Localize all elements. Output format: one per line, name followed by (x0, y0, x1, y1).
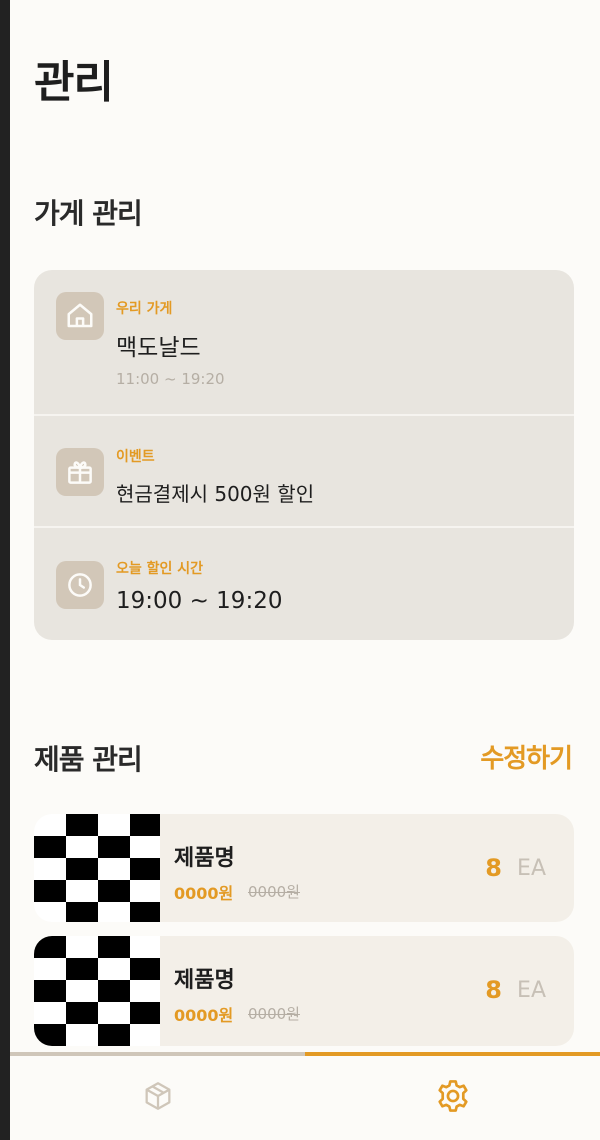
product-name: 제품명 (174, 846, 235, 871)
page-title: 관리 (34, 57, 114, 108)
tab-products[interactable] (10, 1056, 305, 1140)
store-section-title: 가게 관리 (34, 197, 143, 230)
store-hours-value: 11:00 ~ 19:20 (116, 370, 225, 388)
product-quantity: 8 (485, 854, 502, 882)
product-name: 제품명 (174, 968, 235, 993)
store-row-my-store[interactable]: 우리 가게 맥도날드 11:00 ~ 19:20 (34, 270, 574, 414)
store-name-label: 우리 가게 (116, 301, 173, 317)
tab-settings[interactable] (305, 1056, 600, 1140)
box-icon (141, 1079, 175, 1117)
left-edge-bar (0, 0, 10, 1140)
product-sale-price: 0000원 (174, 1006, 234, 1025)
product-quantity: 8 (485, 976, 502, 1004)
gear-icon (434, 1077, 472, 1119)
edit-products-button[interactable]: 수정하기 (480, 738, 573, 775)
product-card[interactable]: 제품명 0000원 0000원 8 EA (34, 936, 574, 1046)
clock-icon (56, 561, 104, 609)
product-original-price: 0000원 (248, 883, 300, 901)
gift-icon (56, 448, 104, 496)
store-row-discount-time[interactable]: 오늘 할인 시간 19:00 ~ 19:20 (34, 528, 574, 640)
discount-time-value: 19:00 ~ 19:20 (116, 588, 283, 614)
discount-time-label: 오늘 할인 시간 (116, 561, 204, 577)
store-info-card: 우리 가게 맥도날드 11:00 ~ 19:20 이벤트 현금결제시 500원 … (34, 270, 574, 640)
event-label: 이벤트 (116, 449, 155, 465)
product-card[interactable]: 제품명 0000원 0000원 8 EA (34, 814, 574, 922)
store-row-event[interactable]: 이벤트 현금결제시 500원 할인 (34, 416, 574, 526)
product-image-placeholder (34, 936, 160, 1046)
event-value: 현금결제시 500원 할인 (116, 482, 315, 506)
bottom-tab-bar (10, 1052, 600, 1140)
product-image-placeholder (34, 814, 160, 922)
house-icon (56, 292, 104, 340)
product-sale-price: 0000원 (174, 884, 234, 903)
product-original-price: 0000원 (248, 1005, 300, 1023)
product-quantity-unit: EA (517, 856, 546, 881)
product-quantity-unit: EA (517, 978, 546, 1003)
product-section-title: 제품 관리 (34, 743, 143, 776)
store-name-value: 맥도날드 (116, 335, 201, 361)
